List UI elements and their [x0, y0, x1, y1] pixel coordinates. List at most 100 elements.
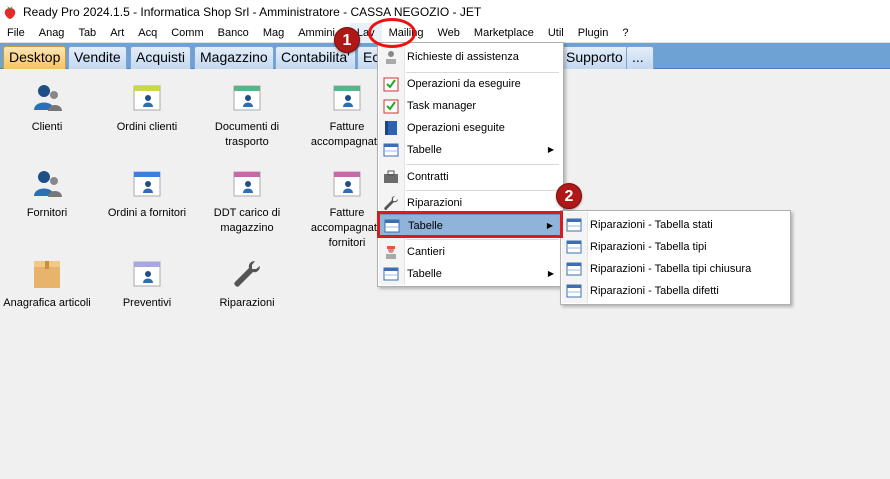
book-icon — [385, 121, 397, 135]
desktop-icon-label: Documenti di trasporto — [214, 121, 280, 148]
tab-more[interactable]: ... — [626, 46, 654, 69]
table-icon — [566, 218, 582, 232]
customer-orders-icon — [133, 85, 161, 111]
table-icon — [383, 267, 399, 281]
menu-item-label: Riparazioni — [407, 197, 463, 209]
menu-bar: File Anag Tab Art Acq Comm Banco Mag Amm… — [0, 22, 890, 43]
wrench-icon — [384, 196, 398, 210]
tab-acquisti[interactable]: Acquisti — [130, 46, 192, 69]
menu-item-label: Task manager — [407, 100, 477, 112]
menu-item-contratti[interactable]: Contratti — [379, 166, 562, 188]
menu-item-label: Riparazioni - Tabella tipi chiusura — [590, 263, 752, 275]
briefcase-icon — [384, 170, 398, 183]
desktop-icon-riparazioni[interactable]: Riparazioni — [197, 258, 297, 311]
tab-supporto[interactable]: Supporto — [560, 46, 629, 69]
tab-magazzino[interactable]: Magazzino — [194, 46, 274, 69]
submenu-item-tabella-stati[interactable]: Riparazioni - Tabella stati — [562, 214, 789, 236]
desktop-icon-anagrafica-articoli[interactable]: Anagrafica articoli — [0, 258, 97, 311]
tab-desktop[interactable]: Desktop — [3, 46, 67, 69]
desktop-icon-label: Ordini a fornitori — [107, 207, 187, 219]
support-request-icon — [386, 51, 396, 64]
submenu-item-tabella-tipi-chiusura[interactable]: Riparazioni - Tabella tipi chiusura — [562, 258, 789, 280]
desktop-icon-clienti[interactable]: Clienti — [0, 82, 97, 135]
menu-item-operazioni-eseguite[interactable]: Operazioni eseguite — [379, 117, 562, 139]
supplier-invoices-icon — [333, 171, 361, 197]
desktop-icon-fornitori[interactable]: Fornitori — [0, 168, 97, 221]
desktop-icon-ddt-carico[interactable]: DDT carico di magazzino — [197, 168, 297, 236]
tab-vendite[interactable]: Vendite — [68, 46, 127, 69]
annotation-highlight-rect — [377, 211, 563, 238]
desktop-icon-label: Clienti — [31, 121, 63, 133]
tabelle-submenu: Riparazioni - Tabella stati Riparazioni … — [560, 210, 791, 305]
clients-icon — [34, 85, 62, 111]
table-icon — [383, 143, 399, 157]
task-icon — [383, 99, 399, 114]
menu-tab[interactable]: Tab — [71, 23, 103, 43]
menu-item-task-manager[interactable]: Task manager — [379, 95, 562, 117]
todo-icon — [383, 77, 399, 92]
menu-help[interactable]: ? — [615, 23, 635, 43]
desktop-icon-label: Riparazioni — [219, 297, 275, 309]
menu-item-cantieri[interactable]: Cantieri — [379, 241, 562, 263]
window-title: Ready Pro 2024.1.5 - Informatica Shop Sr… — [23, 4, 482, 19]
menu-item-tabelle-3[interactable]: Tabelle ▶ — [379, 263, 562, 285]
menu-acq[interactable]: Acq — [131, 23, 164, 43]
table-icon — [566, 284, 582, 298]
menu-item-label: Operazioni da eseguire — [407, 78, 521, 90]
desktop-icon-ordini-fornitori[interactable]: Ordini a fornitori — [97, 168, 197, 221]
menu-item-label: Riparazioni - Tabella tipi — [590, 241, 707, 253]
desktop-icon-ordini-clienti[interactable]: Ordini clienti — [97, 82, 197, 135]
menu-item-tabelle-1[interactable]: Tabelle ▶ — [379, 139, 562, 161]
submenu-arrow-icon: ▶ — [547, 269, 554, 278]
submenu-item-tabella-difetti[interactable]: Riparazioni - Tabella difetti — [562, 280, 789, 302]
submenu-item-tabella-tipi[interactable]: Riparazioni - Tabella tipi — [562, 236, 789, 258]
annotation-step-badge: 2 — [556, 183, 582, 209]
menu-separator — [406, 190, 559, 191]
desktop-icon-label: Preventivi — [122, 297, 172, 309]
submenu-arrow-icon: ▶ — [547, 145, 554, 154]
supplier-orders-icon — [133, 171, 161, 197]
desktop-icon-label: Anagrafica articoli — [3, 297, 91, 309]
invoices-icon — [333, 85, 361, 111]
menu-file[interactable]: File — [0, 23, 32, 43]
table-icon — [566, 262, 582, 276]
annotation-step-badge: 1 — [334, 27, 360, 53]
box-icon — [34, 261, 60, 288]
menu-item-operazioni-da-eseguire[interactable]: Operazioni da eseguire — [379, 73, 562, 95]
menu-item-label: Richieste di assistenza — [407, 51, 519, 63]
menu-item-label: Tabelle — [407, 268, 442, 280]
desktop-icon-label: DDT carico di magazzino — [213, 207, 281, 234]
desktop-icon-label: Ordini clienti — [116, 121, 178, 133]
desktop-icon-label: Fornitori — [26, 207, 68, 219]
menu-web[interactable]: Web — [431, 23, 467, 43]
menu-separator — [406, 164, 559, 165]
menu-item-label: Cantieri — [407, 246, 445, 258]
menu-separator — [406, 239, 559, 240]
desktop-icon-preventivi[interactable]: Preventivi — [97, 258, 197, 311]
worker-icon — [386, 246, 396, 259]
strawberry-logo-icon — [4, 5, 16, 19]
quotes-icon — [133, 261, 161, 287]
menu-marketplace[interactable]: Marketplace — [467, 23, 541, 43]
wrench-icon — [234, 261, 260, 287]
menu-banco[interactable]: Banco — [211, 23, 256, 43]
lav-dropdown-menu: Richieste di assistenza Operazioni da es… — [377, 42, 564, 287]
menu-anag[interactable]: Anag — [32, 23, 72, 43]
menu-plugin[interactable]: Plugin — [571, 23, 616, 43]
suppliers-icon — [34, 171, 62, 197]
menu-mag[interactable]: Mag — [256, 23, 291, 43]
transport-docs-icon — [233, 85, 261, 111]
menu-art[interactable]: Art — [103, 23, 131, 43]
title-bar: Ready Pro 2024.1.5 - Informatica Shop Sr… — [0, 0, 890, 23]
menu-item-label: Riparazioni - Tabella difetti — [590, 285, 719, 297]
desktop-icon-ddt[interactable]: Documenti di trasporto — [197, 82, 297, 150]
menu-util[interactable]: Util — [541, 23, 571, 43]
menu-item-label: Contratti — [407, 171, 449, 183]
menu-item-label: Riparazioni - Tabella stati — [590, 219, 713, 231]
ddt-icon — [233, 171, 261, 197]
menu-comm[interactable]: Comm — [164, 23, 210, 43]
menu-item-richieste-assistenza[interactable]: Richieste di assistenza — [379, 46, 562, 68]
table-icon — [566, 240, 582, 254]
menu-item-label: Operazioni eseguite — [407, 122, 505, 134]
menu-item-label: Tabelle — [407, 144, 442, 156]
